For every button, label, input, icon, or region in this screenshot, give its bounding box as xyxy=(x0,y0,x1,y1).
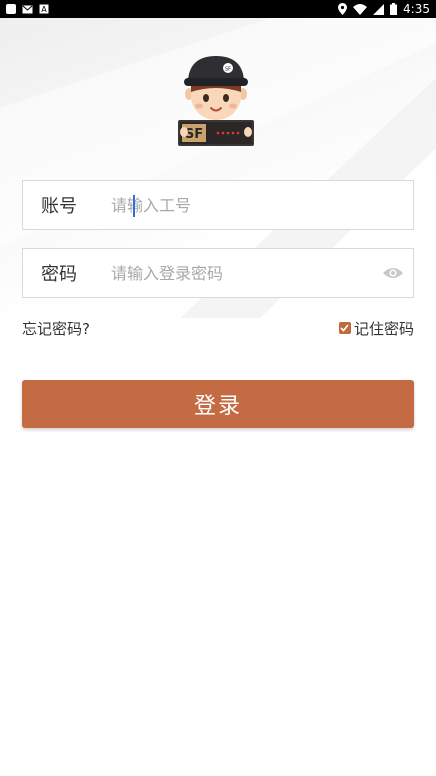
password-field[interactable]: 密码 xyxy=(22,248,414,298)
location-icon xyxy=(338,3,348,15)
mascot-badge-text: SF xyxy=(185,127,203,142)
remember-password-toggle[interactable]: 记住密码 xyxy=(338,318,414,339)
forgot-password-link[interactable]: 忘记密码? xyxy=(22,318,90,339)
a-icon: A xyxy=(39,4,49,14)
signal-icon xyxy=(373,3,385,15)
options-row: 忘记密码? 记住密码 xyxy=(22,317,414,339)
password-input[interactable] xyxy=(111,249,373,297)
wifi-icon xyxy=(353,3,368,15)
svg-text:A: A xyxy=(41,5,47,14)
mascot-illustration: SF SF xyxy=(178,54,254,146)
svg-text:SF: SF xyxy=(225,67,231,73)
remember-password-label: 记住密码 xyxy=(353,319,414,338)
status-bar: A 4:35 xyxy=(0,0,436,18)
mail-icon xyxy=(22,5,33,13)
clock: 4:35 xyxy=(403,2,430,16)
login-button[interactable]: 登录 xyxy=(22,380,414,428)
account-input[interactable] xyxy=(111,181,413,229)
eye-icon[interactable] xyxy=(373,249,413,297)
battery-icon xyxy=(390,3,398,15)
account-label: 账号 xyxy=(41,196,77,217)
notification-square-icon xyxy=(6,4,16,14)
password-label: 密码 xyxy=(41,264,77,285)
checkbox-checked-icon[interactable] xyxy=(338,322,351,334)
account-field[interactable]: 账号 xyxy=(22,180,414,230)
status-left: A xyxy=(6,4,49,14)
status-right: 4:35 xyxy=(338,2,430,16)
text-cursor xyxy=(133,195,135,217)
